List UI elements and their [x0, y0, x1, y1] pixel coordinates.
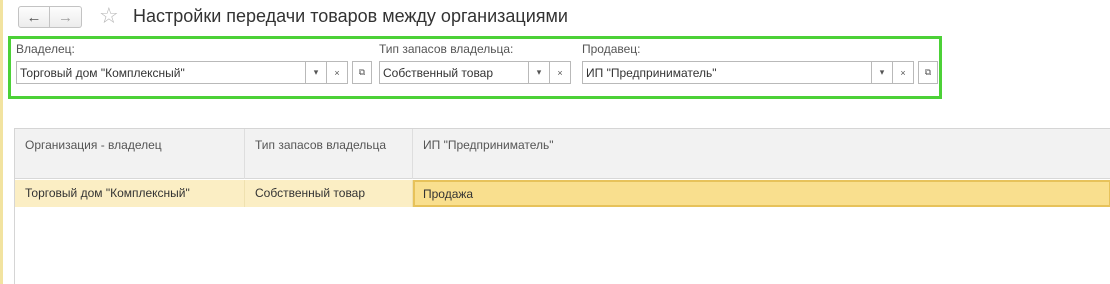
- clear-icon: ×: [557, 67, 563, 78]
- owner-input[interactable]: Торговый дом "Комплексный": [16, 61, 306, 84]
- owner-dropdown-button[interactable]: ▾: [306, 61, 327, 84]
- table-cell-owner-org[interactable]: Торговый дом "Комплексный": [15, 180, 245, 207]
- chevron-down-icon: ▾: [536, 67, 542, 77]
- column-header-owner-org[interactable]: Организация - владелец: [15, 129, 245, 179]
- stock-type-dropdown-button[interactable]: ▾: [529, 61, 550, 84]
- seller-field: ИП "Предприниматель" ▾ × ⧉: [582, 61, 938, 84]
- settings-table: Организация - владелец Тип запасов владе…: [14, 128, 1110, 284]
- clear-icon: ×: [334, 67, 340, 78]
- table-row[interactable]: Торговый дом "Комплексный" Собственный т…: [15, 180, 1110, 207]
- navigation-buttons: ← →: [18, 6, 82, 28]
- owner-label: Владелец:: [16, 42, 75, 56]
- forward-button[interactable]: →: [50, 6, 82, 28]
- chevron-down-icon: ▾: [313, 67, 319, 77]
- stock-type-clear-button[interactable]: ×: [550, 61, 571, 84]
- stock-type-label: Тип запасов владельца:: [379, 42, 514, 56]
- owner-field: Торговый дом "Комплексный" ▾ × ⧉: [16, 61, 372, 84]
- table-cell-seller-action[interactable]: Продажа: [413, 180, 1110, 207]
- chevron-down-icon: ▾: [879, 67, 885, 77]
- clear-icon: ×: [900, 67, 906, 78]
- seller-clear-button[interactable]: ×: [893, 61, 914, 84]
- stock-type-field: Собственный товар ▾ ×: [379, 61, 571, 84]
- open-window-icon: ⧉: [924, 67, 932, 77]
- seller-open-button[interactable]: ⧉: [918, 61, 938, 84]
- seller-dropdown-button[interactable]: ▾: [872, 61, 893, 84]
- arrow-right-icon: →: [58, 8, 73, 26]
- seller-input[interactable]: ИП "Предприниматель": [582, 61, 872, 84]
- window-edge: [0, 0, 3, 284]
- owner-open-button[interactable]: ⧉: [352, 61, 372, 84]
- filter-panel: Владелец: Торговый дом "Комплексный" ▾ ×…: [8, 36, 942, 99]
- owner-clear-button[interactable]: ×: [327, 61, 348, 84]
- table-cell-stock-type[interactable]: Собственный товар: [245, 180, 413, 207]
- table-header: Организация - владелец Тип запасов владе…: [15, 129, 1110, 179]
- favorite-star-icon[interactable]: ☆: [99, 4, 119, 28]
- back-button[interactable]: ←: [18, 6, 50, 28]
- stock-type-input[interactable]: Собственный товар: [379, 61, 529, 84]
- seller-label: Продавец:: [582, 42, 641, 56]
- open-window-icon: ⧉: [358, 67, 366, 77]
- arrow-left-icon: ←: [26, 8, 42, 26]
- column-header-stock-type[interactable]: Тип запасов владельца: [245, 129, 413, 179]
- page-title: Настройки передачи товаров между организ…: [133, 6, 568, 26]
- column-header-seller[interactable]: ИП "Предприниматель": [413, 129, 1110, 179]
